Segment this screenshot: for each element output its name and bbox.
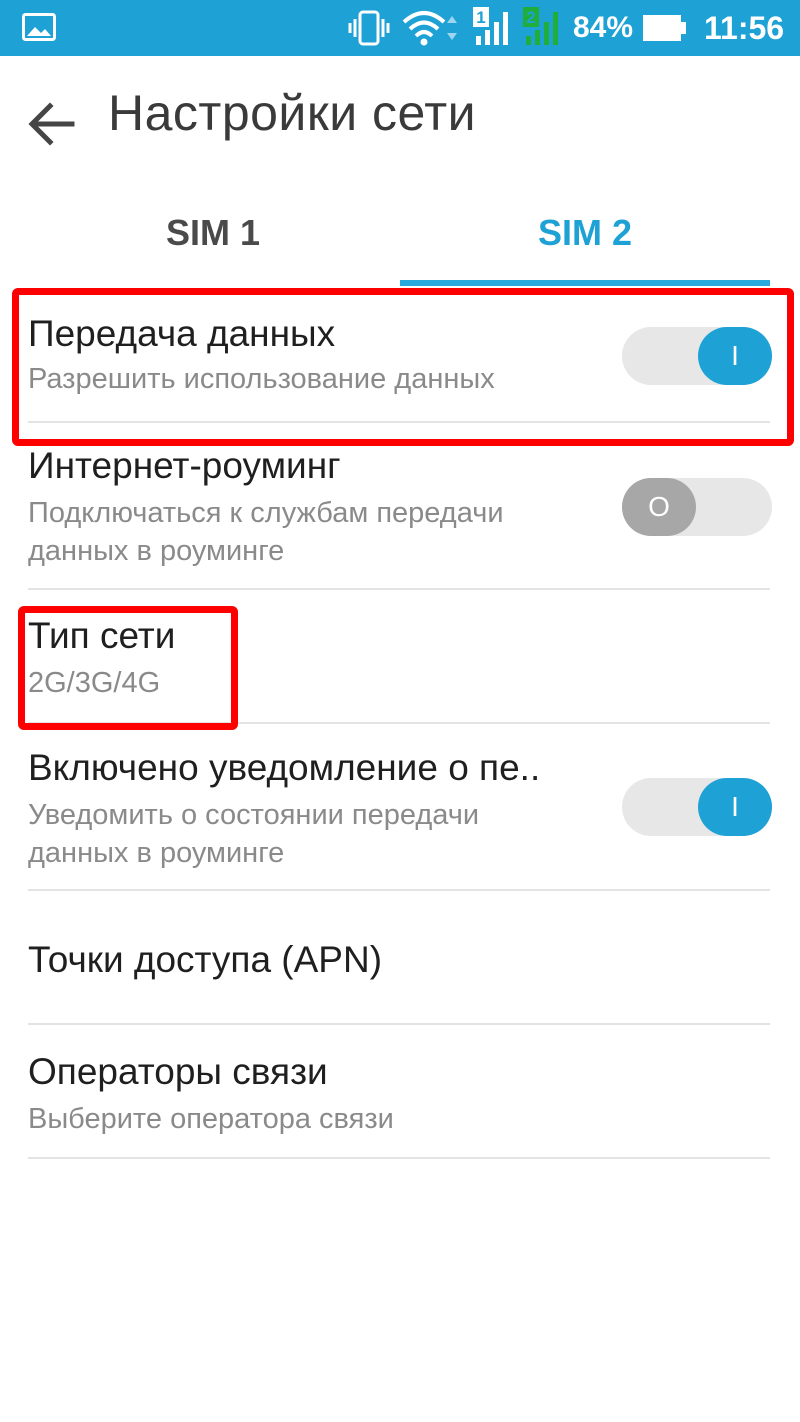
setting-operators[interactable]: Операторы связи Выберите оператора связи [28,1050,770,1138]
setting-subtitle-line2: данных в роуминге [28,535,285,567]
highlight-box-network-type [18,606,238,730]
sim2-signal-icon: 2 [522,6,566,53]
divider [28,1023,770,1025]
setting-title: Операторы связи [28,1051,328,1092]
arrow-left-icon[interactable] [22,94,82,154]
toggle-knob: O [622,478,696,536]
battery-icon [642,14,688,47]
app-header: Настройки сети [0,56,800,186]
sim-tabs: SIM 1 SIM 2 [0,190,800,286]
wifi-icon [402,10,464,51]
svg-text:2: 2 [526,8,535,27]
tab-sim1[interactable]: SIM 1 [28,190,398,286]
svg-text:1: 1 [476,8,485,27]
divider [28,588,770,590]
setting-subtitle: Выберите оператора связи [28,1103,394,1135]
tab-sim2[interactable]: SIM 2 [400,190,770,286]
divider [28,1157,770,1159]
highlight-box-data-transfer [12,288,794,446]
status-bar: 1 2 84% 11:56 [0,0,800,56]
roaming-notification-toggle[interactable]: I [622,778,772,836]
setting-title: Точки доступа (APN) [28,939,383,980]
tab-indicator [400,280,770,286]
setting-apn[interactable]: Точки доступа (APN) [28,938,770,982]
toggle-knob: I [698,778,772,836]
vibrate-icon [347,9,391,52]
divider [28,889,770,891]
clock: 11:56 [704,10,785,46]
gallery-icon [22,13,56,46]
setting-subtitle-line2: данных в роуминге [28,837,285,869]
sim1-signal-icon: 1 [472,6,516,53]
page-title: Настройки сети [108,85,477,141]
battery-percent: 84% [573,11,634,44]
internet-roaming-toggle[interactable]: O [622,478,772,536]
